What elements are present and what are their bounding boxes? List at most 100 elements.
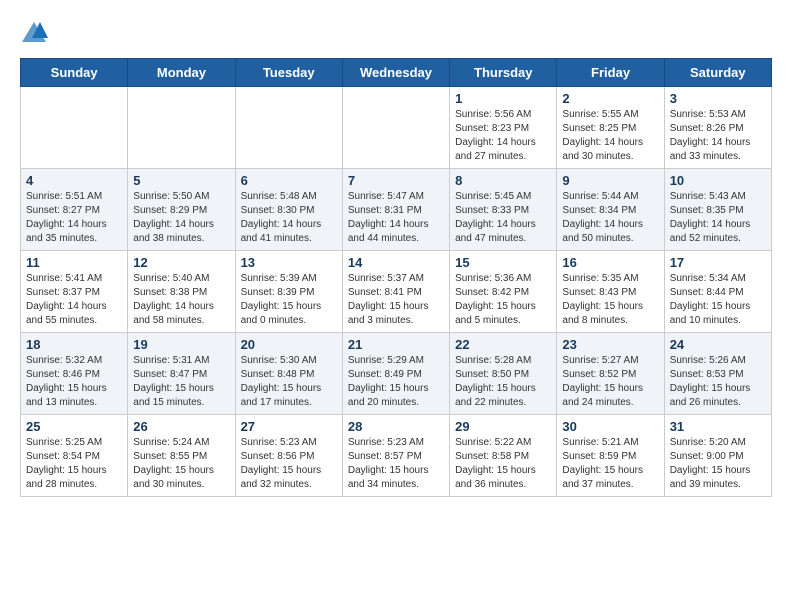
day-info: Sunrise: 5:41 AM Sunset: 8:37 PM Dayligh…: [26, 272, 122, 328]
day-number: 20: [241, 337, 337, 352]
day-number: 15: [455, 255, 551, 270]
day-number: 30: [562, 419, 658, 434]
day-number: 11: [26, 255, 122, 270]
day-info: Sunrise: 5:39 AM Sunset: 8:39 PM Dayligh…: [241, 272, 337, 328]
day-number: 26: [133, 419, 229, 434]
calendar-day-cell: 16Sunrise: 5:35 AM Sunset: 8:43 PM Dayli…: [557, 251, 664, 333]
day-of-week-header: Sunday: [21, 59, 128, 87]
day-info: Sunrise: 5:35 AM Sunset: 8:43 PM Dayligh…: [562, 272, 658, 328]
calendar-day-cell: 12 Sunrise: 5:40 AM Sunset: 8:38 PM Dayli…: [128, 251, 235, 333]
day-info: Sunrise: 5:32 AM Sunset: 8:46 PM Dayligh…: [26, 354, 122, 410]
day-number: 14: [348, 255, 444, 270]
day-info: Sunrise: 5:23 AM Sunset: 8:57 PM Dayligh…: [348, 436, 444, 492]
day-info: Sunrise: 5:37 AM Sunset: 8:41 PM Dayligh…: [348, 272, 444, 328]
day-info: Sunrise: 5:48 AM Sunset: 8:30 PM Dayligh…: [241, 190, 337, 246]
day-of-week-header: Friday: [557, 59, 664, 87]
calendar-day-cell: 29Sunrise: 5:22 AM Sunset: 8:58 PM Dayli…: [450, 415, 557, 497]
day-info: Sunrise: 5:43 AM Sunset: 8:35 PM Dayligh…: [670, 190, 766, 246]
day-number: 4: [26, 173, 122, 188]
calendar-day-cell: 24 Sunrise: 5:26 AM Sunset: 8:53 PM Dayli…: [664, 333, 771, 415]
calendar-day-cell: 2 Sunrise: 5:55 AM Sunset: 8:25 PM Daylig…: [557, 87, 664, 169]
day-of-week-header: Tuesday: [235, 59, 342, 87]
calendar-day-cell: 17 Sunrise: 5:34 AM Sunset: 8:44 PM Dayli…: [664, 251, 771, 333]
day-info: Sunrise: 5:44 AM Sunset: 8:34 PM Dayligh…: [562, 190, 658, 246]
calendar-week-row: 25Sunrise: 5:25 AM Sunset: 8:54 PM Dayli…: [21, 415, 772, 497]
day-info: Sunrise: 5:56 AM Sunset: 8:23 PM Dayligh…: [455, 108, 551, 164]
day-info: Sunrise: 5:34 AM Sunset: 8:44 PM Dayligh…: [670, 272, 766, 328]
day-number: 18: [26, 337, 122, 352]
day-info: Sunrise: 5:36 AM Sunset: 8:42 PM Dayligh…: [455, 272, 551, 328]
day-number: 24: [670, 337, 766, 352]
calendar-day-cell: [21, 87, 128, 169]
calendar-day-cell: 1 Sunrise: 5:56 AM Sunset: 8:23 PM Daylig…: [450, 87, 557, 169]
day-number: 3: [670, 91, 766, 106]
day-info: Sunrise: 5:47 AM Sunset: 8:31 PM Dayligh…: [348, 190, 444, 246]
calendar-week-row: 11 Sunrise: 5:41 AM Sunset: 8:37 PM Dayli…: [21, 251, 772, 333]
day-number: 25: [26, 419, 122, 434]
calendar-day-cell: 30 Sunrise: 5:21 AM Sunset: 8:59 PM Dayli…: [557, 415, 664, 497]
day-number: 8: [455, 173, 551, 188]
day-number: 31: [670, 419, 766, 434]
calendar-day-cell: [235, 87, 342, 169]
calendar-day-cell: 5 Sunrise: 5:50 AM Sunset: 8:29 PM Daylig…: [128, 169, 235, 251]
calendar-day-cell: 20 Sunrise: 5:30 AM Sunset: 8:48 PM Dayli…: [235, 333, 342, 415]
day-number: 21: [348, 337, 444, 352]
day-number: 7: [348, 173, 444, 188]
day-number: 19: [133, 337, 229, 352]
day-info: Sunrise: 5:24 AM Sunset: 8:55 PM Dayligh…: [133, 436, 229, 492]
calendar-day-cell: 10 Sunrise: 5:43 AM Sunset: 8:35 PM Dayli…: [664, 169, 771, 251]
day-info: Sunrise: 5:26 AM Sunset: 8:53 PM Dayligh…: [670, 354, 766, 410]
calendar-day-cell: 14 Sunrise: 5:37 AM Sunset: 8:41 PM Dayli…: [342, 251, 449, 333]
day-of-week-header: Monday: [128, 59, 235, 87]
day-info: Sunrise: 5:55 AM Sunset: 8:25 PM Dayligh…: [562, 108, 658, 164]
day-number: 12: [133, 255, 229, 270]
day-number: 6: [241, 173, 337, 188]
day-info: Sunrise: 5:31 AM Sunset: 8:47 PM Dayligh…: [133, 354, 229, 410]
day-info: Sunrise: 5:20 AM Sunset: 9:00 PM Dayligh…: [670, 436, 766, 492]
day-info: Sunrise: 5:45 AM Sunset: 8:33 PM Dayligh…: [455, 190, 551, 246]
calendar-day-cell: 26 Sunrise: 5:24 AM Sunset: 8:55 PM Dayli…: [128, 415, 235, 497]
calendar-day-cell: 25Sunrise: 5:25 AM Sunset: 8:54 PM Dayli…: [21, 415, 128, 497]
calendar-header-row: SundayMondayTuesdayWednesdayThursdayFrid…: [21, 59, 772, 87]
calendar-table: SundayMondayTuesdayWednesdayThursdayFrid…: [20, 58, 772, 497]
day-number: 5: [133, 173, 229, 188]
day-info: Sunrise: 5:23 AM Sunset: 8:56 PM Dayligh…: [241, 436, 337, 492]
day-number: 22: [455, 337, 551, 352]
day-info: Sunrise: 5:30 AM Sunset: 8:48 PM Dayligh…: [241, 354, 337, 410]
calendar-day-cell: 27 Sunrise: 5:23 AM Sunset: 8:56 PM Dayli…: [235, 415, 342, 497]
day-info: Sunrise: 5:28 AM Sunset: 8:50 PM Dayligh…: [455, 354, 551, 410]
calendar-day-cell: 21 Sunrise: 5:29 AM Sunset: 8:49 PM Dayli…: [342, 333, 449, 415]
day-info: Sunrise: 5:40 AM Sunset: 8:38 PM Dayligh…: [133, 272, 229, 328]
calendar-day-cell: 4 Sunrise: 5:51 AM Sunset: 8:27 PM Daylig…: [21, 169, 128, 251]
day-info: Sunrise: 5:22 AM Sunset: 8:58 PM Dayligh…: [455, 436, 551, 492]
calendar-day-cell: 31 Sunrise: 5:20 AM Sunset: 9:00 PM Dayli…: [664, 415, 771, 497]
day-number: 9: [562, 173, 658, 188]
day-of-week-header: Wednesday: [342, 59, 449, 87]
day-info: Sunrise: 5:29 AM Sunset: 8:49 PM Dayligh…: [348, 354, 444, 410]
day-info: Sunrise: 5:53 AM Sunset: 8:26 PM Dayligh…: [670, 108, 766, 164]
day-number: 28: [348, 419, 444, 434]
calendar-day-cell: 23Sunrise: 5:27 AM Sunset: 8:52 PM Dayli…: [557, 333, 664, 415]
calendar-week-row: 1 Sunrise: 5:56 AM Sunset: 8:23 PM Daylig…: [21, 87, 772, 169]
day-number: 13: [241, 255, 337, 270]
calendar-week-row: 18 Sunrise: 5:32 AM Sunset: 8:46 PM Dayli…: [21, 333, 772, 415]
day-of-week-header: Thursday: [450, 59, 557, 87]
calendar-day-cell: 11 Sunrise: 5:41 AM Sunset: 8:37 PM Dayli…: [21, 251, 128, 333]
day-number: 2: [562, 91, 658, 106]
logo: [20, 20, 52, 48]
day-number: 10: [670, 173, 766, 188]
day-info: Sunrise: 5:51 AM Sunset: 8:27 PM Dayligh…: [26, 190, 122, 246]
day-number: 1: [455, 91, 551, 106]
day-number: 17: [670, 255, 766, 270]
day-info: Sunrise: 5:21 AM Sunset: 8:59 PM Dayligh…: [562, 436, 658, 492]
day-info: Sunrise: 5:50 AM Sunset: 8:29 PM Dayligh…: [133, 190, 229, 246]
calendar-day-cell: [342, 87, 449, 169]
calendar-day-cell: 6 Sunrise: 5:48 AM Sunset: 8:30 PM Daylig…: [235, 169, 342, 251]
calendar-day-cell: 7 Sunrise: 5:47 AM Sunset: 8:31 PM Daylig…: [342, 169, 449, 251]
day-of-week-header: Saturday: [664, 59, 771, 87]
calendar-day-cell: 28 Sunrise: 5:23 AM Sunset: 8:57 PM Dayli…: [342, 415, 449, 497]
day-number: 23: [562, 337, 658, 352]
calendar-day-cell: 13 Sunrise: 5:39 AM Sunset: 8:39 PM Dayli…: [235, 251, 342, 333]
day-number: 27: [241, 419, 337, 434]
calendar-day-cell: 19 Sunrise: 5:31 AM Sunset: 8:47 PM Dayli…: [128, 333, 235, 415]
